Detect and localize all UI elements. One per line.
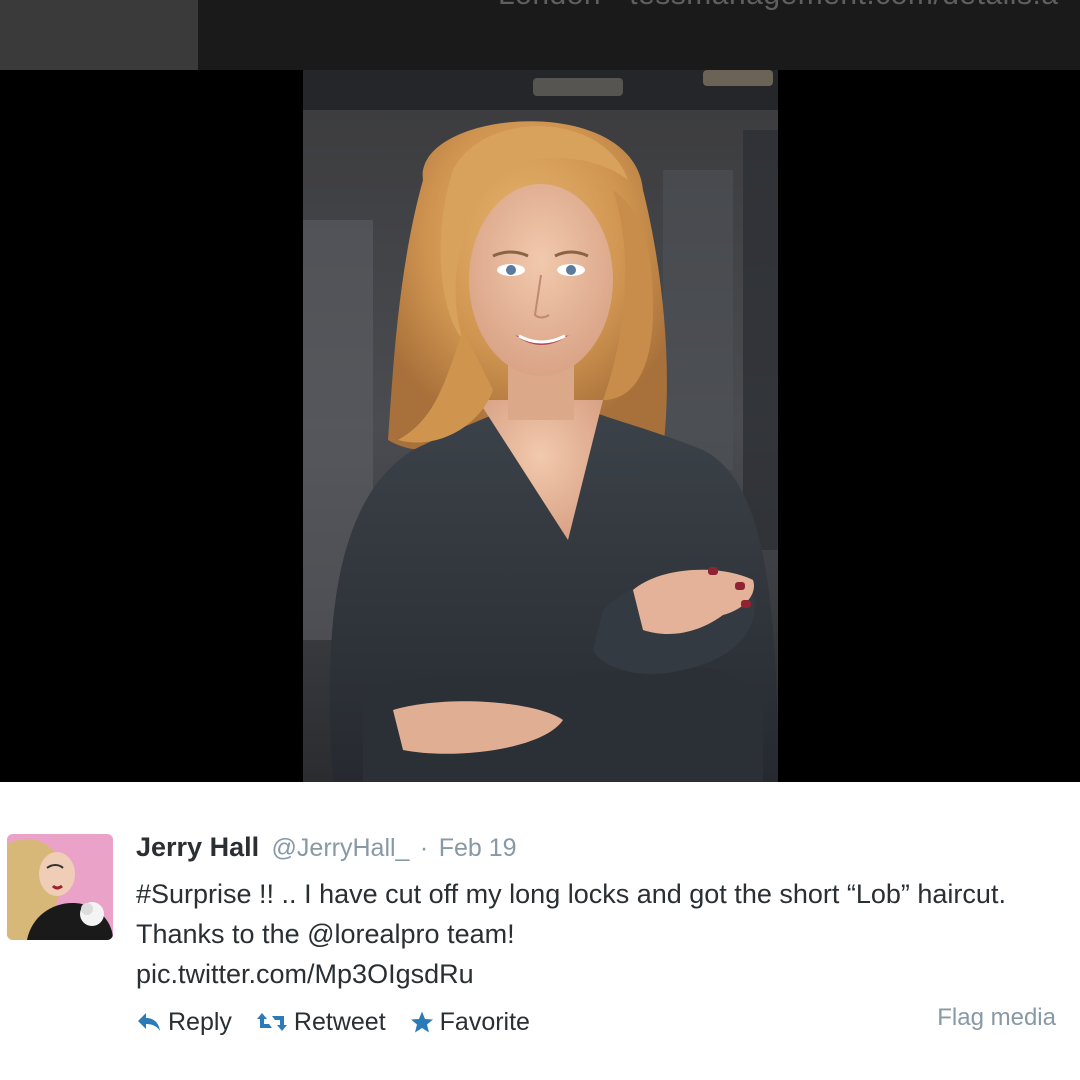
profile-header-location-url[interactable]: London · tessmanagement.com/details.a [498, 0, 1058, 12]
photo-illustration [303, 70, 778, 782]
reply-icon [138, 1013, 160, 1031]
favorite-button[interactable]: Favorite [410, 1008, 530, 1037]
user-handle[interactable]: @JerryHall_ [272, 834, 410, 862]
reply-label: Reply [168, 1007, 232, 1036]
tweet-text: #Surprise !! .. I have cut off my long l… [136, 879, 1006, 949]
tweet: Jerry Hall @JerryHall_ · Feb 19 #Surpris… [0, 782, 1080, 1080]
tweet-actions: Reply Retweet Favorite [136, 1004, 554, 1040]
flag-media-link[interactable]: Flag media [937, 1004, 1056, 1032]
profile-header-panel [0, 0, 198, 70]
media-viewer [0, 70, 1080, 782]
retweet-icon [256, 1013, 287, 1031]
profile-header-strip: London · tessmanagement.com/details.a [0, 0, 1080, 70]
star-icon [410, 1011, 433, 1033]
display-name[interactable]: Jerry Hall [136, 832, 259, 862]
header-separator: · [419, 834, 429, 862]
favorite-label: Favorite [439, 1007, 530, 1036]
tweet-media-link[interactable]: pic.twitter.com/Mp3OIgsdRu [136, 954, 474, 994]
tweet-date[interactable]: Feb 19 [439, 834, 517, 862]
tweet-photo[interactable] [303, 70, 778, 782]
tweet-header: Jerry Hall @JerryHall_ · Feb 19 [136, 832, 517, 863]
retweet-button[interactable]: Retweet [256, 1008, 386, 1037]
avatar-image [7, 834, 113, 940]
reply-button[interactable]: Reply [136, 1008, 232, 1037]
avatar[interactable] [7, 834, 113, 940]
retweet-label: Retweet [293, 1007, 386, 1036]
